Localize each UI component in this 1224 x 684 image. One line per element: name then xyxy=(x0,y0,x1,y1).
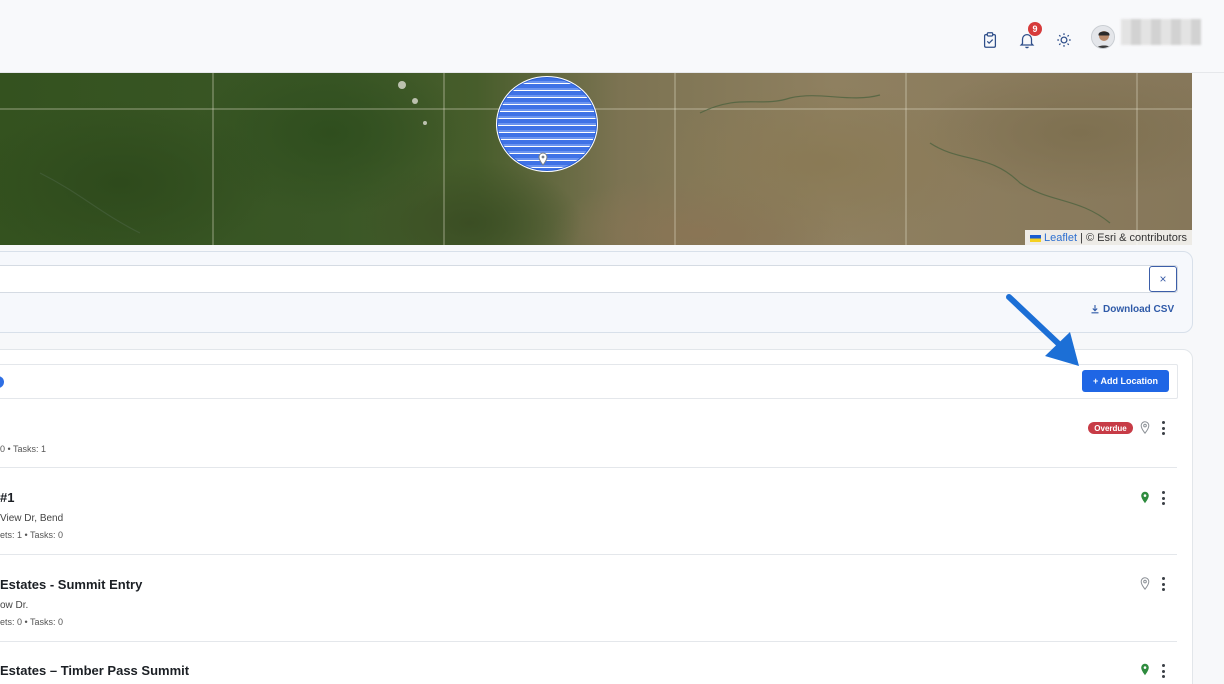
location-pin-icon[interactable] xyxy=(1140,491,1150,504)
top-bar: 9 xyxy=(0,0,1224,73)
avatar[interactable] xyxy=(1091,25,1115,49)
ukraine-flag-icon xyxy=(1030,234,1042,242)
location-title[interactable]: #1 xyxy=(0,490,14,505)
more-options-icon[interactable] xyxy=(1160,577,1166,591)
download-csv-link[interactable]: Download CSV xyxy=(1090,302,1174,316)
clipboard-check-icon[interactable] xyxy=(978,28,1002,52)
more-options-icon[interactable] xyxy=(1160,664,1166,678)
attribution-text: | © Esri & contributors xyxy=(1080,232,1187,244)
add-location-button[interactable]: + Add Location xyxy=(1082,370,1169,392)
row-divider xyxy=(0,554,1177,555)
map-pin-icon[interactable] xyxy=(537,152,549,166)
location-meta: ets: 0 • Tasks: 0 xyxy=(0,617,64,627)
download-icon xyxy=(1091,305,1099,314)
map-view[interactable]: Leaflet | © Esri & contributors xyxy=(0,73,1192,245)
locations-card xyxy=(0,349,1193,684)
download-csv-label: Download CSV xyxy=(1103,303,1175,315)
location-address: ow Dr. xyxy=(0,600,29,611)
location-pin-icon[interactable] xyxy=(1140,663,1150,676)
annotation-arrow-icon xyxy=(1006,294,1079,366)
map-attribution: Leaflet | © Esri & contributors xyxy=(1025,230,1192,245)
user-name-redacted xyxy=(1121,19,1201,45)
notification-count-badge: 9 xyxy=(1028,22,1042,36)
search-input[interactable] xyxy=(0,265,1178,293)
location-meta: 0 • Tasks: 1 xyxy=(0,444,47,454)
location-pin-icon[interactable] xyxy=(1140,577,1150,590)
more-options-icon[interactable] xyxy=(1160,421,1166,435)
clear-search-button[interactable]: × xyxy=(1149,266,1177,292)
more-options-icon[interactable] xyxy=(1160,491,1166,505)
row-divider xyxy=(0,641,1177,642)
map-graticule xyxy=(0,73,1192,245)
sun-icon[interactable] xyxy=(1052,28,1076,52)
leaflet-link[interactable]: Leaflet xyxy=(1044,232,1077,244)
location-address: View Dr, Bend xyxy=(0,513,64,524)
location-pin-icon[interactable] xyxy=(1140,421,1150,434)
location-title[interactable]: Estates - Summit Entry xyxy=(0,577,142,592)
location-meta: ets: 1 • Tasks: 0 xyxy=(0,530,64,540)
row-divider xyxy=(0,467,1177,468)
status-badge: Overdue xyxy=(1088,422,1133,434)
location-title[interactable]: Estates – Timber Pass Summit xyxy=(0,663,189,678)
